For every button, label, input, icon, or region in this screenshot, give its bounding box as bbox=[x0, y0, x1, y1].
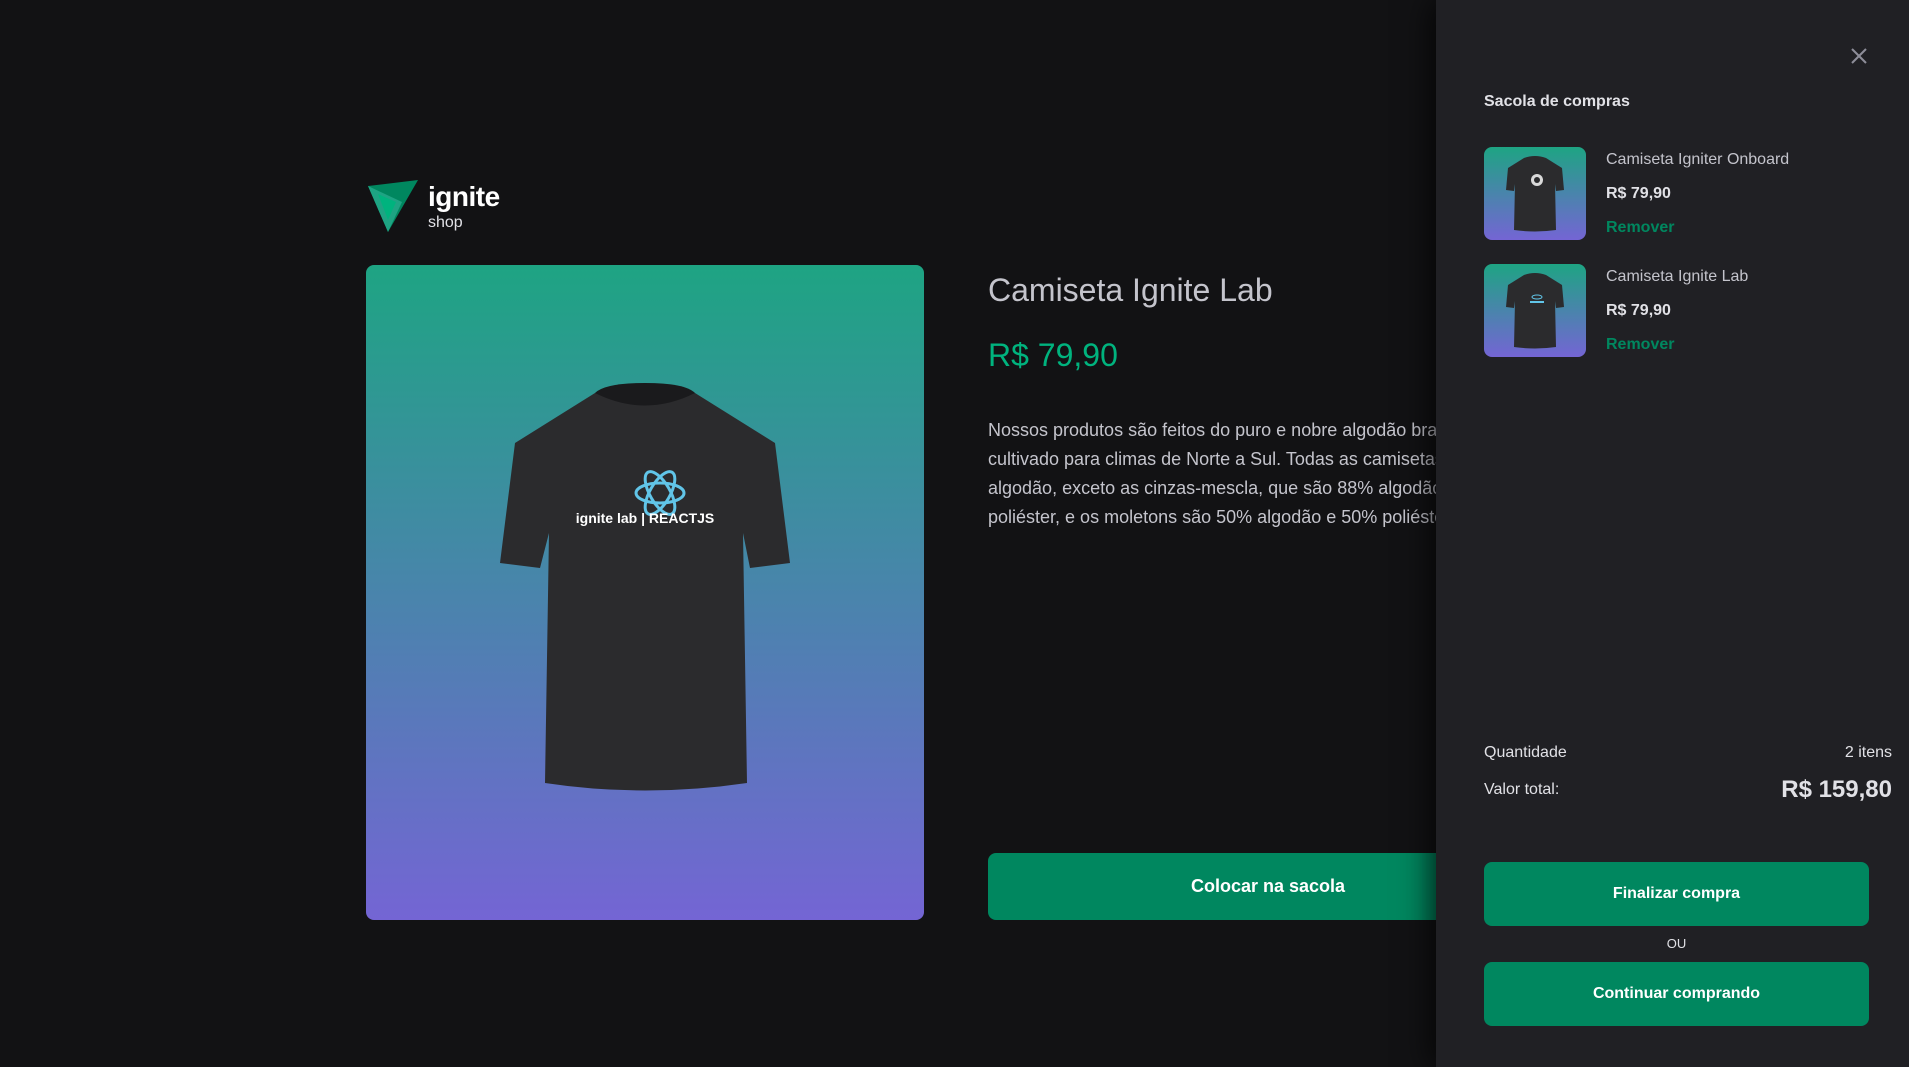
continue-shopping-button[interactable]: Continuar comprando bbox=[1484, 962, 1869, 1026]
quantity-label: Quantidade bbox=[1484, 744, 1567, 761]
product-description: Nossos produtos são feitos do puro e nob… bbox=[988, 420, 1436, 527]
tshirt-thumbnail bbox=[1506, 155, 1564, 231]
remove-item-button[interactable]: Remover bbox=[1606, 336, 1748, 354]
cart-item-price: R$ 79,90 bbox=[1606, 185, 1671, 202]
close-icon[interactable] bbox=[1847, 44, 1871, 68]
cart-item-price: R$ 79,90 bbox=[1606, 302, 1671, 319]
cart-item-image bbox=[1484, 264, 1586, 357]
logo-title: ignite bbox=[428, 181, 500, 212]
cart-item-name: Camiseta Ignite Lab bbox=[1606, 268, 1749, 285]
cart-item-name: Camiseta Igniter Onboard bbox=[1606, 151, 1790, 168]
tshirt-image: ignite lab | REACTJS bbox=[500, 382, 790, 790]
product-details-clip: Camiseta Ignite Lab R$ 79,90 Nossos prod… bbox=[988, 0, 1436, 1067]
cart-item: Camiseta Igniter Onboard R$ 79,90 Remove… bbox=[1484, 147, 1884, 240]
total-value: R$ 159,80 bbox=[1781, 776, 1892, 803]
ignite-logo-icon bbox=[368, 180, 418, 232]
product-page: ignite shop ignite lab | REACTJS Camiset… bbox=[0, 0, 1909, 1067]
cart-summary: Quantidade 2 itens Valor total: R$ 159,8… bbox=[1484, 744, 1892, 804]
or-separator: OU bbox=[1666, 936, 1687, 951]
logo-subtitle: shop bbox=[428, 214, 463, 231]
remove-item-button[interactable]: Remover bbox=[1606, 219, 1789, 237]
product-title: Camiseta Ignite Lab bbox=[988, 272, 1273, 308]
checkout-button[interactable]: Finalizar compra bbox=[1484, 862, 1869, 926]
product-details: Camiseta Ignite Lab R$ 79,90 Nossos prod… bbox=[988, 265, 1436, 920]
tshirt-print-text: ignite lab | REACTJS bbox=[576, 510, 715, 526]
cart-item-image bbox=[1484, 147, 1586, 240]
add-to-bag-button[interactable]: Colocar na sacola bbox=[988, 853, 1436, 920]
total-row: Valor total: R$ 159,80 bbox=[1484, 776, 1892, 804]
tshirt-thumbnail bbox=[1506, 272, 1564, 348]
shopping-bag-drawer: Sacola de compras Camiseta Igniter Onboa… bbox=[1436, 0, 1909, 1067]
total-label: Valor total: bbox=[1484, 781, 1560, 798]
quantity-value: 2 itens bbox=[1844, 744, 1892, 761]
cart-title: Sacola de compras bbox=[1484, 93, 1630, 110]
cart-items: Camiseta Igniter Onboard R$ 79,90 Remove… bbox=[1484, 147, 1884, 381]
product-price: R$ 79,90 bbox=[988, 337, 1118, 373]
ignite-shop-logo[interactable]: ignite shop bbox=[366, 180, 500, 234]
product-image: ignite lab | REACTJS bbox=[366, 265, 924, 920]
quantity-row: Quantidade 2 itens bbox=[1484, 744, 1892, 762]
cart-item: Camiseta Ignite Lab R$ 79,90 Remover bbox=[1484, 264, 1884, 357]
